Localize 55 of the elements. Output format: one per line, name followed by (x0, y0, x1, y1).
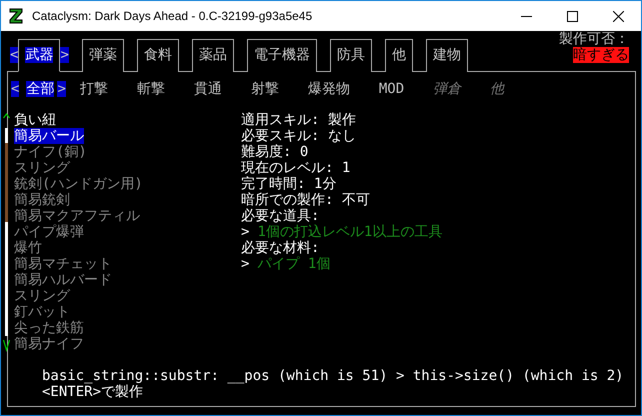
next-tab-marker[interactable]: > (60, 47, 69, 63)
category-tab[interactable]: 電子機器 (246, 39, 317, 72)
prev-tab-marker[interactable]: < (10, 47, 18, 63)
recipe-item[interactable]: 尖った鉄筋 (14, 320, 84, 336)
recipe-item[interactable]: スリング (14, 160, 70, 176)
recipe-item[interactable]: 簡易マクアフティル (14, 208, 140, 224)
subcategory-tab[interactable]: 打撃 (80, 81, 108, 97)
recipe-item[interactable]: 爆竹 (14, 240, 42, 256)
requirement-marker: > (241, 256, 250, 272)
scrollbar[interactable] (2, 112, 10, 352)
category-tab[interactable]: 食料 (136, 39, 179, 72)
recipe-item[interactable]: 簡易銃剣 (14, 192, 70, 208)
subcategory-tab[interactable]: MOD (378, 81, 404, 97)
craft-hint: <ENTER>で製作 (42, 384, 144, 400)
close-icon (612, 10, 624, 22)
subcategory-tab[interactable]: 斬撃 (136, 81, 165, 97)
subcategory-tab[interactable]: 爆発物 (308, 81, 350, 97)
requirement-text: 1個の打込レベル1以上の工具 (257, 224, 442, 240)
craftability-status: 暗すぎる (573, 47, 629, 63)
app-logo-icon (9, 8, 23, 24)
recipe-item[interactable]: 簡易ハルバード (14, 272, 112, 288)
next-subtab-marker[interactable]: > (57, 81, 66, 97)
detail-line: 適用スキル: 製作 (241, 112, 357, 128)
error-message: basic_string::substr: __pos (which is 51) > this->size() (which is 2) (42, 368, 624, 384)
requirement-marker: > (241, 224, 250, 240)
requirement-text: パイプ 1個 (257, 256, 330, 272)
window-title: Cataclysm: Dark Days Ahead - 0.C-32199-g93a5e45 (32, 9, 314, 23)
recipe-item[interactable]: パイプ爆弾 (14, 224, 84, 240)
detail-line: 完了時間: 1分 (241, 176, 338, 192)
recipe-item[interactable]: 負い紐 (14, 112, 56, 128)
detail-line: 暗所での製作: 不可 (241, 192, 371, 208)
prev-subtab-marker[interactable]: < (11, 81, 20, 97)
recipe-item[interactable]: ナイフ(銅) (14, 144, 87, 160)
category-tab[interactable]: 建物 (426, 39, 468, 72)
recipe-item[interactable]: スリング (14, 288, 70, 304)
category-tab[interactable]: 弾薬 (82, 39, 124, 72)
detail-line: 必要な道具: (241, 208, 320, 224)
recipe-item[interactable]: 簡易バール (14, 128, 84, 144)
recipe-item[interactable]: 簡易ナイフ (14, 336, 84, 352)
detail-line: 必要な材料: (241, 240, 320, 256)
subcategory-tab[interactable]: 貫通 (194, 81, 222, 97)
detail-line: 難易度: 0 (241, 144, 310, 160)
maximize-icon (566, 10, 578, 22)
subcategory-tab[interactable]: 全部 (26, 81, 54, 97)
recipe-item[interactable]: 簡易マチェット (14, 256, 112, 272)
subcategory-tab[interactable]: 射撃 (250, 81, 279, 97)
recipe-item[interactable]: 釘バット (14, 304, 70, 320)
detail-line: 現在のレベル: 1 (241, 160, 352, 176)
recipe-item[interactable]: 銃剣(ハンドガン用) (14, 176, 143, 192)
category-tab[interactable]: 防具 (330, 39, 372, 72)
category-tab[interactable]: 薬品 (192, 39, 234, 72)
category-tab[interactable]: 武器 (18, 39, 60, 72)
category-tab[interactable]: 他 (384, 39, 413, 72)
detail-line: 必要スキル: なし (241, 128, 357, 144)
craftability-label: 製作可否： (559, 31, 629, 47)
